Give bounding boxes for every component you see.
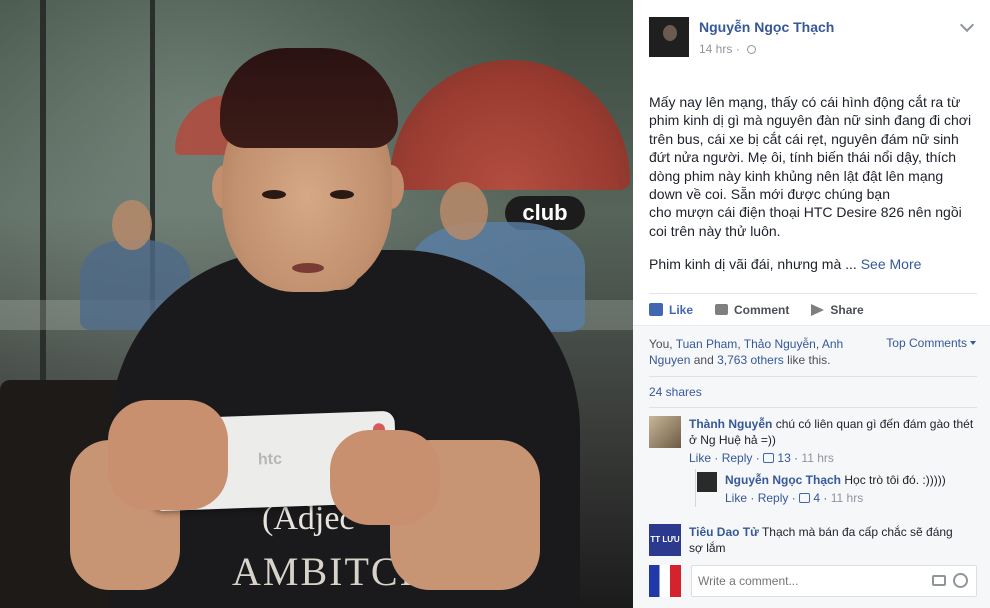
- shares-link[interactable]: 24 shares: [649, 385, 702, 399]
- comment-composer[interactable]: [691, 565, 977, 597]
- share-button[interactable]: Share: [811, 302, 864, 317]
- comment-body: Tiêu Dao Tử Thạch mà bán đa cấp chắc sẽ …: [689, 524, 959, 556]
- like-label: Like: [669, 302, 694, 317]
- comment-time[interactable]: 11 hrs: [831, 491, 863, 505]
- action-bar: Like Comment Share: [649, 293, 977, 325]
- person-eye: [262, 190, 286, 199]
- liker-link[interactable]: Tuan Pham: [676, 337, 738, 351]
- comment-label: Comment: [734, 302, 790, 317]
- like-button[interactable]: Like: [649, 303, 693, 317]
- post-photo[interactable]: club (Adjec AMBITCI htc: [0, 0, 633, 608]
- feedback-section: You, Tuan Pham, Thảo Nguyễn, Anh Nguyen …: [633, 325, 990, 608]
- comment-like-link[interactable]: Like: [689, 451, 711, 465]
- post-text-continued: Phim kinh dị vãi đái, nhưng mà ... See M…: [649, 255, 979, 273]
- comment-author[interactable]: Nguyễn Ngọc Thạch: [725, 473, 841, 487]
- post-panel: Nguyễn Ngọc Thạch 14 hrs · Mấy nay lên m…: [633, 0, 990, 608]
- likes-you: You,: [649, 337, 673, 351]
- comment-time[interactable]: 11 hrs: [801, 451, 833, 465]
- post-meta: 14 hrs ·: [699, 42, 757, 56]
- thumbs-up-icon: [799, 493, 811, 503]
- share-label: Share: [830, 302, 864, 317]
- tshirt-print: AMBITCI: [232, 549, 415, 594]
- person-hand: [108, 400, 228, 510]
- comment-like-count[interactable]: 13: [777, 451, 790, 465]
- comment-button[interactable]: Comment: [715, 303, 789, 317]
- comment-like-link[interactable]: Like: [725, 491, 747, 505]
- current-user-avatar: [649, 565, 681, 597]
- comment-icon: [715, 304, 729, 315]
- divider: [649, 376, 977, 377]
- phone-brand-logo: htc: [257, 450, 283, 469]
- divider: [649, 407, 977, 408]
- post-timestamp[interactable]: 14 hrs: [699, 42, 732, 56]
- liker-link[interactable]: Thảo Nguyễn: [744, 337, 816, 351]
- post-text: Mấy nay lên mạng, thấy có cái hình động …: [649, 94, 972, 239]
- share-icon: [811, 303, 825, 316]
- comment-author[interactable]: Thành Nguyễn: [689, 417, 772, 431]
- thumbs-up-icon: [763, 453, 775, 463]
- comment-input[interactable]: [692, 566, 922, 596]
- avatar[interactable]: [697, 472, 717, 492]
- camera-icon[interactable]: [932, 575, 946, 586]
- top-comments-label: Top Comments: [886, 336, 967, 350]
- author-name[interactable]: Nguyễn Ngọc Thạch: [699, 19, 834, 35]
- post-text-tail: Phim kinh dị vãi đái, nhưng mà ...: [649, 256, 857, 272]
- globe-icon[interactable]: [747, 45, 757, 54]
- comment-actions: Like · Reply · 13 · 11 hrs: [689, 451, 834, 465]
- person-eye: [330, 190, 354, 199]
- background-person-head: [440, 182, 488, 240]
- author-avatar[interactable]: [649, 17, 689, 57]
- comment-text: Học trò tôi đó. :))))): [844, 473, 946, 487]
- post-header: Nguyễn Ngọc Thạch 14 hrs ·: [633, 0, 990, 75]
- likes-and: and: [693, 353, 714, 367]
- reply-thread-line: [695, 469, 696, 507]
- caret-down-icon: [970, 341, 976, 345]
- person-hand: [330, 430, 440, 525]
- comment-reply-link[interactable]: Reply: [722, 451, 753, 465]
- top-comments-dropdown[interactable]: Top Comments: [886, 336, 976, 350]
- avatar[interactable]: [649, 416, 681, 448]
- comment-like-count[interactable]: 4: [813, 491, 820, 505]
- comment-author[interactable]: Tiêu Dao Tử: [689, 525, 759, 539]
- comment-body: Thành Nguyễn chú có liên quan gì đến đám…: [689, 416, 979, 466]
- likes-summary: You, Tuan Pham, Thảo Nguyễn, Anh Nguyen …: [649, 337, 844, 367]
- comment-actions: Like · Reply · 4 · 11 hrs: [725, 491, 864, 505]
- see-more-link[interactable]: See More: [861, 256, 922, 272]
- background-person-head: [112, 200, 152, 250]
- thumbs-up-icon: [649, 303, 663, 316]
- others-link[interactable]: 3,763 others: [717, 353, 784, 367]
- chevron-down-icon[interactable]: [959, 17, 975, 33]
- emoji-icon[interactable]: [953, 573, 968, 588]
- comment-reply-link[interactable]: Reply: [758, 491, 789, 505]
- comment-body: Nguyễn Ngọc Thạch Học trò tôi đó. :)))))…: [725, 472, 977, 506]
- likes-suffix: like this.: [787, 353, 831, 367]
- person-mouth: [292, 263, 324, 273]
- avatar[interactable]: TT LƯU: [649, 524, 681, 556]
